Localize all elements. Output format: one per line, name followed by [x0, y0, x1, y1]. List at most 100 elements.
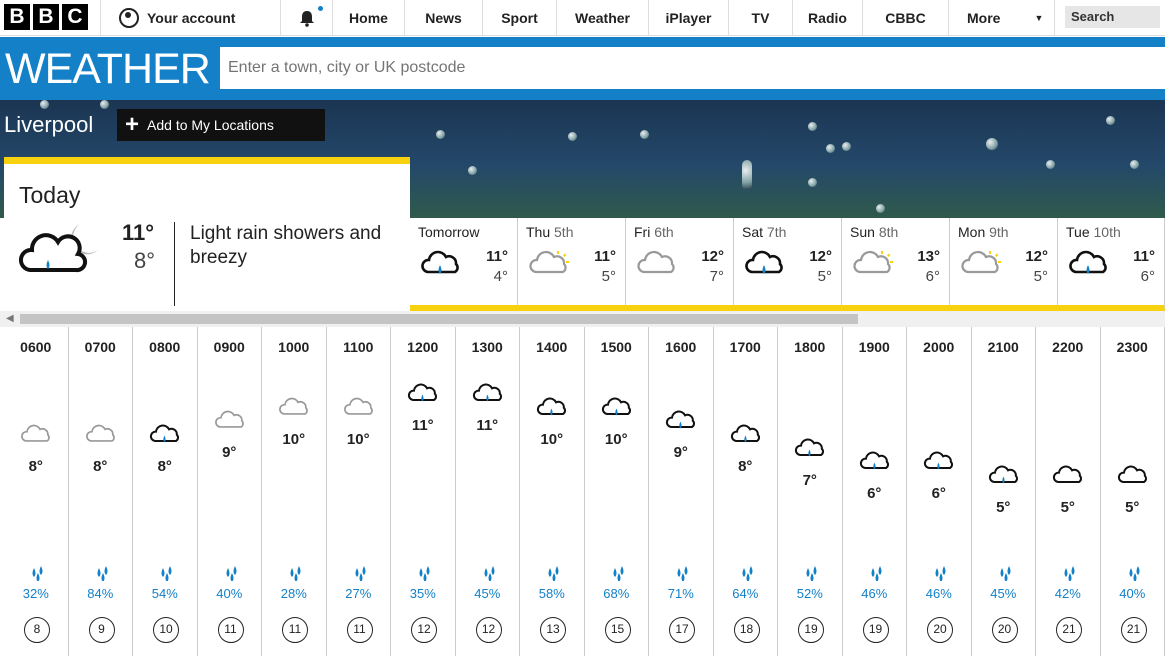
- nav-home[interactable]: Home: [332, 0, 404, 35]
- cloud-rain-icon: [988, 465, 1018, 484]
- hour-column[interactable]: 2000 6° 46% 20: [907, 327, 972, 656]
- nav-cbbc[interactable]: CBBC: [862, 0, 948, 35]
- raindrops-icon: [226, 566, 236, 581]
- day-forecast-4[interactable]: Sun 8th 13° 6°: [842, 218, 950, 311]
- hour-column[interactable]: 2200 5° 42% 21: [1036, 327, 1101, 656]
- day-date: 6th: [654, 224, 674, 240]
- scroll-left-icon[interactable]: ◀: [6, 313, 14, 324]
- hour-column[interactable]: 1600 9° 71% 17: [649, 327, 714, 656]
- hour-temp: 5°: [1060, 499, 1075, 516]
- day-forecast-0[interactable]: Tomorrow 11° 4°: [410, 218, 518, 311]
- plus-icon: +: [125, 111, 140, 138]
- hour-temp: 10°: [540, 430, 564, 448]
- sun-cloud-icon: [961, 250, 1001, 274]
- raindrops-icon: [290, 566, 301, 581]
- weather-title[interactable]: WEATHER: [5, 45, 211, 94]
- hour-temp: 6°: [867, 485, 882, 503]
- raindrops-icon: [32, 566, 43, 581]
- logo-letter: B: [33, 4, 59, 30]
- day-forecast-3[interactable]: Sat 7th 12° 5°: [734, 218, 842, 311]
- raindrop: [742, 160, 752, 190]
- hour-column[interactable]: 2300 5° 40% 21: [1101, 327, 1165, 656]
- raindrops-icon: [677, 566, 688, 581]
- bbc-search-input[interactable]: Search: [1065, 6, 1160, 28]
- account-link[interactable]: Your account: [100, 0, 280, 35]
- day-label: Sun: [850, 224, 875, 240]
- nav-radio[interactable]: Radio: [792, 0, 862, 35]
- day-label: Mon: [958, 224, 986, 240]
- user-icon: [119, 7, 139, 28]
- hour-column[interactable]: 1500 10° 68% 15: [585, 327, 649, 656]
- raindrop: [100, 100, 109, 109]
- raindrops-icon: [355, 566, 365, 581]
- hour-column[interactable]: 0900 9° 40% 11: [198, 327, 262, 656]
- hour-column[interactable]: 1900 6° 46% 19: [843, 327, 907, 656]
- hour-column[interactable]: 1700 8° 64% 18: [714, 327, 778, 656]
- day-forecast-2[interactable]: Fri 6th 12° 7°: [626, 218, 734, 311]
- raindrop: [1106, 116, 1115, 125]
- hourly-scrollbar[interactable]: ◀: [0, 311, 1165, 327]
- raindrop: [1046, 160, 1055, 169]
- hour-column[interactable]: 1800 7° 52% 19: [778, 327, 843, 656]
- nav-iplayer[interactable]: iPlayer: [648, 0, 728, 35]
- today-forecast-card[interactable]: Today 11° 8° Light rain showers and bree…: [4, 157, 410, 311]
- cloud-rain-icon: [149, 424, 180, 443]
- hour-column[interactable]: 1300 11° 45% 12: [456, 327, 520, 656]
- hourly-forecast: 0600 8° 32% 8 0700 8° 84% 9 0800 8° 54% 10 0900 9° 40%…: [4, 327, 1165, 656]
- hour-time: 1000: [278, 339, 310, 355]
- location-search-input[interactable]: [220, 47, 1165, 89]
- day-high-temp: 11°: [1133, 248, 1155, 265]
- day-date: 5th: [554, 224, 574, 240]
- rain-chance: 40%: [1119, 586, 1146, 601]
- raindrop: [640, 130, 649, 139]
- rain-chance: 27%: [345, 586, 372, 601]
- hour-temp: 8°: [738, 458, 753, 475]
- hour-column[interactable]: 1100 10° 27% 11: [327, 327, 391, 656]
- nav-weather[interactable]: Weather: [556, 0, 648, 35]
- day-name: Thu 5th: [526, 224, 573, 240]
- today-high-temp: 11°: [122, 220, 155, 245]
- wind-speed: 11: [282, 617, 308, 643]
- day-forecast-5[interactable]: Mon 9th 12° 5°: [950, 218, 1058, 311]
- raindrop: [436, 130, 445, 139]
- hour-column[interactable]: 0600 8° 32% 8: [4, 327, 69, 656]
- hour-column[interactable]: 2100 5° 45% 20: [972, 327, 1036, 656]
- day-high-temp: 11°: [486, 248, 508, 265]
- nav-tv[interactable]: TV: [728, 0, 792, 35]
- day-date: 7th: [766, 224, 787, 240]
- raindrops-icon: [613, 566, 623, 581]
- cloud-rain-moon-icon: [19, 224, 98, 273]
- day-name: Tomorrow: [418, 224, 479, 240]
- hour-column[interactable]: 0700 8° 84% 9: [69, 327, 133, 656]
- nav-sport[interactable]: Sport: [482, 0, 556, 35]
- rain-chance: 42%: [1054, 586, 1081, 601]
- raindrop: [808, 178, 817, 187]
- nav-news[interactable]: News: [404, 0, 482, 35]
- scrollbar-thumb[interactable]: [20, 314, 858, 324]
- bbc-logo[interactable]: B B C: [0, 0, 100, 35]
- day-label: Tomorrow: [418, 224, 480, 240]
- hour-column[interactable]: 1000 10° 28% 11: [262, 327, 327, 656]
- hour-column[interactable]: 1200 11° 35% 12: [391, 327, 456, 656]
- day-low-temp: 5°: [601, 268, 616, 285]
- notifications-button[interactable]: [280, 0, 332, 35]
- day-forecast-1[interactable]: Thu 5th 11° 5°: [518, 218, 626, 311]
- day-forecast-6[interactable]: Tue 10th 11° 6°: [1058, 218, 1165, 311]
- day-high-temp: 13°: [917, 248, 940, 265]
- wind-speed: 12: [411, 617, 437, 643]
- hour-temp: 8°: [28, 458, 43, 475]
- cloud-rain-icon: [923, 451, 954, 470]
- daily-forecast-strip: Tomorrow 11° 4° Thu 5th 11° 5° Fri 6th 12° 7° Sa…: [410, 218, 1165, 311]
- cloud-rain-icon: [665, 410, 696, 429]
- add-to-my-locations-button[interactable]: + Add to My Locations: [117, 109, 325, 141]
- day-name: Fri 6th: [634, 224, 674, 240]
- hour-column[interactable]: 0800 8° 54% 10: [133, 327, 198, 656]
- hour-temp: 9°: [673, 444, 688, 462]
- sun-cloud-icon: [529, 250, 569, 274]
- hour-column[interactable]: 1400 10° 58% 13: [520, 327, 585, 656]
- notification-dot: [318, 6, 323, 11]
- nav-more[interactable]: More ▼: [948, 0, 1054, 35]
- hour-time: 1500: [600, 339, 632, 355]
- day-label: Sat: [742, 224, 764, 240]
- raindrops-icon: [161, 566, 172, 581]
